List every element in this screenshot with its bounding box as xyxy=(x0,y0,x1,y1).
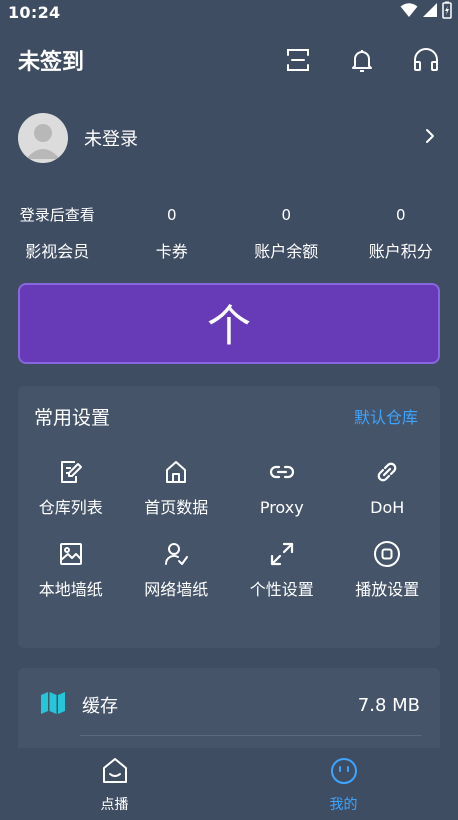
profile-row[interactable]: 未登录 xyxy=(0,110,458,166)
settings-title: 常用设置 xyxy=(34,406,111,429)
edit-document-icon xyxy=(57,458,85,486)
setting-label: Proxy xyxy=(259,498,304,517)
setting-label: 播放设置 xyxy=(355,580,420,599)
bottom-navigation: 点播 我的 xyxy=(0,748,458,820)
smile-face-icon xyxy=(329,756,359,790)
wifi-icon xyxy=(400,2,418,22)
status-icons xyxy=(400,1,452,23)
user-check-icon xyxy=(162,540,190,568)
default-repo-link[interactable]: 默认仓库 xyxy=(354,404,418,428)
avatar[interactable] xyxy=(18,113,68,163)
image-icon xyxy=(57,540,85,568)
top-bar: 未签到 xyxy=(0,38,458,82)
setting-personalization[interactable]: 个性设置 xyxy=(229,540,335,600)
stat-value: 登录后查看 xyxy=(19,206,95,224)
headset-icon[interactable] xyxy=(412,46,440,74)
home-smile-icon xyxy=(100,756,130,790)
stat-value: 0 xyxy=(395,206,406,224)
expand-icon xyxy=(268,540,296,568)
status-time: 10:24 xyxy=(8,2,61,22)
stop-circle-icon xyxy=(373,540,401,568)
cache-size: 7.8 MB xyxy=(357,694,420,716)
cache-label: 缓存 xyxy=(82,696,118,717)
banner-glyph: 个 xyxy=(207,301,251,347)
stat-points[interactable]: 0 账户积分 xyxy=(344,202,458,272)
battery-charging-icon xyxy=(442,1,452,23)
account-stats: 登录后查看 影视会员 0 卡券 0 账户余额 0 账户积分 xyxy=(0,202,458,272)
scan-icon[interactable] xyxy=(284,46,312,74)
setting-label: 个性设置 xyxy=(249,580,314,599)
settings-grid: 仓库列表 首页数据 Proxy DoH 本地墙纸 网络墙纸 个性设置 播放设置 xyxy=(18,446,440,600)
stat-label: 卡券 xyxy=(155,242,188,261)
setting-proxy[interactable]: Proxy xyxy=(229,458,335,518)
card-header: 常用设置 默认仓库 xyxy=(18,386,440,446)
setting-label: 本地墙纸 xyxy=(38,580,103,599)
setting-label: 仓库列表 xyxy=(38,498,103,517)
setting-label: DoH xyxy=(370,498,405,517)
setting-label: 网络墙纸 xyxy=(144,580,209,599)
setting-web-wallpaper[interactable]: 网络墙纸 xyxy=(124,540,230,600)
setting-repo-list[interactable]: 仓库列表 xyxy=(18,458,124,518)
promo-banner[interactable]: 个 xyxy=(18,283,440,364)
map-icon xyxy=(40,691,66,719)
cache-row[interactable]: 缓存 7.8 MB xyxy=(18,668,440,742)
nav-mine[interactable]: 我的 xyxy=(229,748,458,820)
stat-label: 影视会员 xyxy=(25,242,90,261)
sign-in-status-title[interactable]: 未签到 xyxy=(18,44,84,76)
signal-icon xyxy=(422,2,438,22)
common-settings-card: 常用设置 默认仓库 仓库列表 首页数据 Proxy DoH 本地墙纸 网络墙纸 … xyxy=(18,386,440,648)
top-actions xyxy=(284,46,440,74)
setting-playback[interactable]: 播放设置 xyxy=(335,540,441,600)
stat-value: 0 xyxy=(281,206,292,224)
chevron-right-icon xyxy=(424,128,436,148)
stat-vip[interactable]: 登录后查看 影视会员 xyxy=(0,202,115,272)
stat-balance[interactable]: 0 账户余额 xyxy=(229,202,344,272)
profile-name: 未登录 xyxy=(84,129,138,150)
nav-label: 点播 xyxy=(100,797,129,813)
setting-local-wallpaper[interactable]: 本地墙纸 xyxy=(18,540,124,600)
divider xyxy=(80,735,422,736)
link-icon xyxy=(268,458,296,486)
setting-home-data[interactable]: 首页数据 xyxy=(124,458,230,518)
home-icon xyxy=(162,458,190,486)
banner-text: 个 xyxy=(207,301,251,347)
stat-label: 账户余额 xyxy=(254,242,319,261)
chain-link-icon xyxy=(373,458,401,486)
stat-value: 0 xyxy=(166,206,177,224)
cache-card: 缓存 7.8 MB xyxy=(18,668,440,758)
setting-label: 首页数据 xyxy=(144,498,209,517)
setting-doh[interactable]: DoH xyxy=(335,458,441,518)
stat-coupons[interactable]: 0 卡券 xyxy=(115,202,230,272)
nav-vod[interactable]: 点播 xyxy=(0,748,229,820)
nav-label: 我的 xyxy=(329,797,358,813)
bell-icon[interactable] xyxy=(348,46,376,74)
stat-label: 账户积分 xyxy=(368,242,433,261)
status-bar: 10:24 xyxy=(0,0,458,24)
